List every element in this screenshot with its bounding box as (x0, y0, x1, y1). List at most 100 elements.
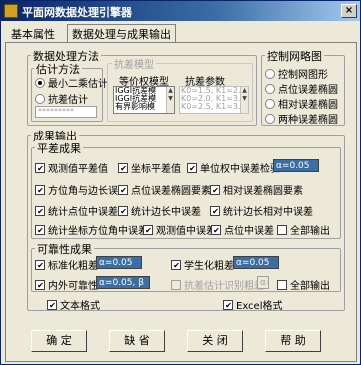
checkbox-box (223, 299, 233, 310)
title-bar[interactable]: 平面网数据处理引擎器 × (1, 1, 360, 21)
checkbox-label: 单位权中误差检验 (200, 164, 280, 175)
checkbox-box (277, 279, 287, 290)
both-error-ellipse-radio[interactable]: 两种误差椭圆 (265, 111, 338, 126)
checkbox-box (210, 184, 220, 195)
checkbox-box (35, 259, 45, 270)
checkbox-box (118, 184, 128, 195)
default-button[interactable]: 缺 省 (109, 330, 165, 352)
checkbox-label: 标准化粗差 (48, 261, 98, 272)
checkbox-box (277, 224, 287, 235)
tab-data-processing[interactable]: 数据处理与成果输出 (67, 24, 176, 43)
radio-dot (35, 93, 45, 104)
help-button[interactable]: 帮 助 (265, 330, 321, 352)
control-net-legend: 控制网略图 (265, 48, 324, 64)
checkbox-box (35, 205, 45, 216)
checkbox-label: 全部输出 (290, 226, 330, 237)
adjustment-results-legend: 平差成果 (35, 140, 83, 156)
robust-model-legend: 抗差模型 (112, 56, 156, 71)
observed-adjusted-checkbox[interactable]: 观测值平差值 (35, 160, 108, 175)
tab-basic-properties[interactable]: 基本属性 (7, 25, 59, 42)
checkbox-label: 点位误差椭圆要素 (131, 186, 211, 197)
checkbox-box (35, 162, 45, 173)
control-net-shape-label: 控制网图形 (278, 70, 328, 81)
radio-dot (35, 77, 45, 88)
stat-edge-relative-error-checkbox[interactable]: 统计边长相对中误差 (210, 203, 313, 218)
checkbox-label: 统计边长中误差 (131, 207, 201, 218)
robust-alpha-input[interactable]: α=0.05 (257, 276, 269, 289)
point-error-ellipse-label: 点位误差椭圆 (278, 85, 338, 96)
coord-adjusted-checkbox[interactable]: 坐标平差值 (118, 160, 181, 175)
observation-error-checkbox[interactable]: 观测值中误差 (143, 222, 216, 237)
both-error-ellipse-label: 两种误差椭圆 (278, 115, 338, 126)
checkbox-label: 坐标平差值 (131, 164, 181, 175)
list-item[interactable]: K0=2.5, K1=3. (180, 103, 248, 111)
checkbox-box (171, 279, 181, 290)
robust-estimation-label: 抗差估计 (48, 95, 88, 106)
robust-gross-detect-checkbox[interactable]: 抗差估计识别粗差 (171, 277, 264, 292)
point-error-checkbox[interactable]: 点位中误差 (211, 222, 274, 237)
internal-external-reliability-checkbox[interactable]: 内外可靠性 (35, 277, 98, 292)
checkbox-label: 学生化粗差 (184, 261, 234, 272)
list-item[interactable]: 有界影响模 (114, 103, 174, 111)
checkbox-label: Excel格式 (236, 301, 283, 312)
azimuth-edge-error-checkbox[interactable]: 方位角与边长误差 (35, 182, 128, 197)
reliability-legend: 可靠性成果 (35, 241, 94, 257)
robust-params-list[interactable]: K0=1.5, K1=2. K0=2.0, K1=3. K0=2.5, K1=3… (179, 86, 249, 114)
reliability-all-output-checkbox[interactable]: 全部输出 (277, 277, 330, 292)
unit-weight-alpha-input[interactable]: α=0.05 (273, 159, 319, 172)
least-squares-label: 最小二乘估计 (48, 79, 108, 90)
checkbox-box (35, 279, 45, 290)
unit-weight-test-checkbox[interactable]: 单位权中误差检验 (187, 160, 280, 175)
reliability-alpha-input[interactable]: α=0.05, β (96, 276, 150, 289)
checkbox-label: 观测值中误差 (156, 226, 216, 237)
checkbox-box (118, 162, 128, 173)
app-icon (4, 4, 18, 18)
checkbox-label: 文本格式 (60, 301, 100, 312)
point-error-ellipse-radio[interactable]: 点位误差椭圆 (265, 81, 338, 96)
excel-format-checkbox[interactable]: Excel格式 (223, 297, 283, 312)
radio-dot (265, 98, 275, 109)
radio-dot (265, 113, 275, 124)
standardized-gross-checkbox[interactable]: 标准化粗差 (35, 257, 98, 272)
checkbox-box (118, 205, 128, 216)
studentized-alpha-input[interactable]: α=0.05 (233, 256, 279, 269)
least-squares-radio[interactable]: 最小二乘估计 (35, 75, 108, 90)
radio-dot (265, 83, 275, 94)
close-icon[interactable]: × (341, 4, 357, 18)
relative-error-ellipse-label: 相对误差椭圆 (278, 100, 338, 111)
estimation-value-input[interactable]: ********* (35, 106, 97, 118)
checkbox-box (210, 205, 220, 216)
text-format-checkbox[interactable]: 文本格式 (47, 297, 100, 312)
robust-estimation-radio[interactable]: 抗差估计 (35, 91, 88, 106)
checkbox-label: 统计坐标方位角中误差 (48, 226, 148, 237)
scrollbar[interactable]: ▲ ▼ (166, 87, 174, 113)
studentized-gross-checkbox[interactable]: 学生化粗差 (171, 257, 234, 272)
checkbox-box (143, 224, 153, 235)
stat-azimuth-error-checkbox[interactable]: 统计坐标方位角中误差 (35, 222, 148, 237)
checkbox-box (211, 224, 221, 235)
checkbox-label: 抗差估计识别粗差 (184, 281, 264, 292)
checkbox-label: 点位中误差 (224, 226, 274, 237)
checkbox-label: 方位角与边长误差 (48, 186, 128, 197)
dialog-window: 平面网数据处理引擎器 × 基本属性 数据处理与成果输出 数据处理方法 估计方法 … (0, 0, 361, 365)
control-net-shape-radio[interactable]: 控制网图形 (265, 66, 328, 81)
checkbox-box (47, 299, 57, 310)
relative-error-ellipse-radio[interactable]: 相对误差椭圆 (265, 96, 338, 111)
stat-edge-error-checkbox[interactable]: 统计边长中误差 (118, 203, 201, 218)
checkbox-box (35, 224, 45, 235)
close-button[interactable]: 关 闭 (187, 330, 243, 352)
checkbox-box (35, 184, 45, 195)
checkbox-box (171, 259, 181, 270)
point-ellipse-element-checkbox[interactable]: 点位误差椭圆要素 (118, 182, 211, 197)
window-title: 平面网数据处理引擎器 (22, 6, 132, 19)
checkbox-label: 观测值平差值 (48, 164, 108, 175)
checkbox-label: 内外可靠性 (48, 281, 98, 292)
checkbox-label: 统计点位中误差 (48, 207, 118, 218)
adjustment-all-output-checkbox[interactable]: 全部输出 (277, 222, 330, 237)
standardized-alpha-input[interactable]: α=0.05 (96, 256, 142, 269)
stat-point-error-checkbox[interactable]: 统计点位中误差 (35, 203, 118, 218)
relative-ellipse-element-checkbox[interactable]: 相对误差椭圆要素 (210, 182, 303, 197)
weight-model-list[interactable]: IGGI抗差模 IGGI抗差模 有界影响模 ▲ ▼ (113, 86, 175, 114)
scrollbar[interactable]: ▲ ▼ (240, 87, 248, 113)
ok-button[interactable]: 确 定 (31, 330, 87, 352)
